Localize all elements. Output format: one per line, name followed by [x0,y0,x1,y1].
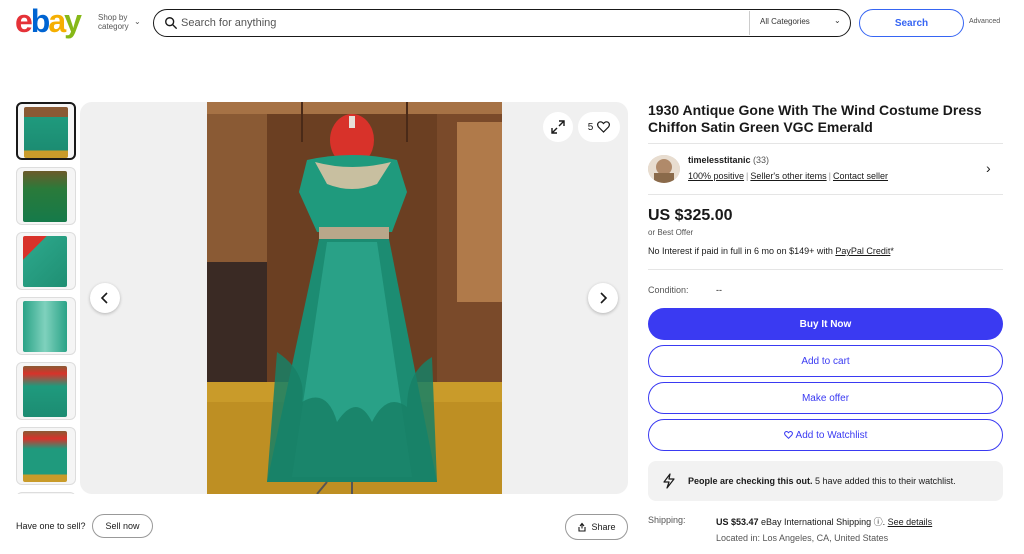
thumbnail[interactable] [16,232,76,290]
shop-by-category[interactable]: Shop by category ⌄ [98,13,141,31]
sell-now-button[interactable]: Sell now [92,514,153,538]
logo-letter-b: b [30,3,50,39]
logo-letter-y: y [64,3,82,39]
seller-feedback-count: (33) [753,155,770,165]
search-input[interactable] [181,15,741,31]
chevron-down-icon: ⌄ [134,17,141,26]
share-icon [578,522,587,532]
previous-image-button[interactable] [90,283,120,313]
dress-illustration [207,102,502,494]
add-to-watchlist-button[interactable]: Add to Watchlist [648,419,1003,451]
logo-letter-e: e [15,3,33,39]
financing-text: No Interest if paid in full in 6 mo on $… [648,246,836,256]
watchlist-label: Add to Watchlist [795,429,868,441]
watch-count: 5 [587,121,594,133]
seller-avatar[interactable] [648,155,680,183]
chevron-right-icon[interactable]: › [986,160,991,176]
listing-title: 1930 Antique Gone With The Wind Costume … [648,102,982,135]
thumbnail[interactable] [16,492,76,494]
financing-suffix: * [890,246,894,256]
avatar-image [648,155,680,183]
site-header: ebay Shop by category ⌄ All Categories ⌄… [0,0,1024,48]
see-details-link[interactable]: See details [888,517,933,527]
expand-icon [551,120,565,134]
seller-name[interactable]: timelesstitanic (33) [688,155,769,165]
watching-rest: 5 have added this to their watchlist. [812,476,956,486]
seller-links: 100% positive | Seller's other items | Conta… [688,171,888,181]
thumbnail[interactable] [16,362,76,420]
next-image-button[interactable] [588,283,618,313]
heart-icon [783,431,793,439]
positive-feedback-link[interactable]: 100% positive [688,171,744,181]
divider [749,11,750,35]
thumbnail[interactable] [16,427,76,485]
lightning-icon [663,473,675,489]
sell-prompt: Have one to sell? [16,521,86,531]
condition-label: Condition: [648,285,689,295]
divider [648,269,1003,270]
divider [648,194,1003,195]
advanced-search-link[interactable]: Advanced [969,18,1000,25]
chevron-left-icon [100,292,108,304]
shipping-price: US $53.47 [716,517,759,527]
divider [648,143,1003,144]
thumbnail[interactable] [16,167,76,225]
main-image-viewer[interactable]: 5 [80,102,628,494]
link-separator: | [746,171,749,181]
shop-by-line2: category [98,22,129,31]
category-select[interactable]: All Categories [760,17,810,26]
thumbnail[interactable] [16,102,76,160]
share-button[interactable]: Share [565,514,628,540]
chevron-down-icon: ⌄ [834,16,841,25]
chevron-right-icon [600,292,608,304]
watching-bold: People are checking this out. [688,476,813,486]
other-items-link[interactable]: Seller's other items [750,171,826,181]
best-offer-note: or Best Offer [648,228,694,237]
share-label: Share [591,522,616,532]
shipping-value: US $53.47 eBay International Shipping ⓘ.… [716,517,933,527]
thumbnail[interactable] [16,297,76,355]
ebay-logo[interactable]: ebay [15,3,82,39]
info-icon[interactable]: ⓘ [874,517,883,527]
search-icon [165,17,177,29]
shipping-label: Shipping: [648,515,686,525]
condition-value: -- [716,285,722,295]
expand-image-button[interactable] [543,112,573,142]
buy-it-now-button[interactable]: Buy It Now [648,308,1003,340]
watch-count-button[interactable]: 5 [578,112,620,142]
item-price: US $325.00 [648,207,733,224]
contact-seller-link[interactable]: Contact seller [833,171,888,181]
watching-notice: People are checking this out. 5 have add… [648,461,1003,501]
search-button[interactable]: Search [859,9,964,37]
logo-letter-a: a [48,3,66,39]
paypal-credit-link[interactable]: PayPal Credit [835,246,890,256]
item-location: Located in: Los Angeles, CA, United Stat… [716,533,889,543]
make-offer-button[interactable]: Make offer [648,382,1003,414]
shipping-method: eBay International Shipping [758,517,874,527]
watching-text: People are checking this out. 5 have add… [688,476,956,486]
add-to-cart-button[interactable]: Add to cart [648,345,1003,377]
seller-username[interactable]: timelesstitanic [688,155,751,165]
thumbnail-strip [16,102,76,494]
financing-note: No Interest if paid in full in 6 mo on $… [648,246,894,256]
shop-by-line1: Shop by [98,13,128,22]
dress-photo [207,102,502,494]
heart-icon [597,121,611,133]
link-separator: | [828,171,831,181]
search-bar: All Categories ⌄ [153,9,851,37]
